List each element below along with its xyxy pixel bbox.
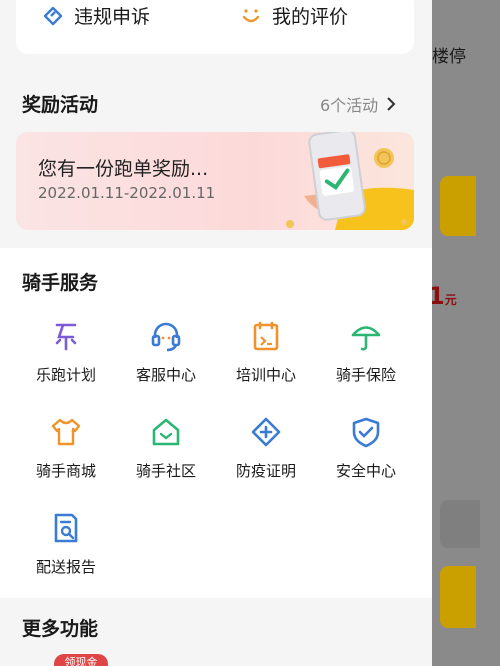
quick-actions-card: 违规申诉 我的评价 [16, 0, 414, 54]
service-rider-community[interactable]: 骑手社区 [116, 414, 216, 481]
service-training-center[interactable]: 培训中心 [216, 318, 316, 385]
chevron-right-icon [387, 97, 396, 111]
service-rider-mall[interactable]: 骑手商城 [16, 414, 116, 481]
service-label: 乐跑计划 [35, 366, 96, 384]
background-gray-block [440, 500, 480, 548]
service-label: 配送报告 [35, 558, 96, 576]
service-rider-insurance[interactable]: 骑手保险 [316, 318, 416, 385]
my-review-label: 我的评价 [272, 6, 349, 28]
appeal-button[interactable]: 违规申诉 [42, 2, 150, 29]
shirt-icon [48, 414, 84, 450]
headset-icon [148, 318, 184, 354]
service-label: 培训中心 [235, 366, 296, 384]
service-label: 安全中心 [335, 462, 396, 480]
service-label: 骑手保险 [335, 366, 396, 384]
rewards-more-link[interactable]: 6个活动 [320, 92, 398, 116]
training-icon [248, 318, 284, 354]
my-review-button[interactable]: 我的评价 [240, 2, 348, 29]
service-label: 客服中心 [135, 366, 196, 384]
community-house-icon [148, 414, 184, 450]
cash-badge[interactable]: 领现金 [54, 654, 108, 666]
services-section-title: 骑手服务 [22, 272, 99, 294]
service-delivery-report[interactable]: 配送报告 [16, 510, 116, 577]
background-price: 1元 [428, 282, 457, 310]
background-floor-text: 楼停 [432, 47, 466, 67]
diamond-arrow-icon [42, 5, 64, 27]
banner-date: 2022.01.11-2022.01.11 [38, 184, 216, 202]
reward-banner[interactable]: 您有一份跑单奖励... 2022.01.11-2022.01.11 [16, 132, 414, 230]
rewards-section-title: 奖励活动 [22, 94, 99, 116]
smile-icon [240, 5, 262, 27]
service-epidemic-certificate[interactable]: 防疫证明 [216, 414, 316, 481]
background-yellow-button-2 [440, 566, 476, 628]
service-customer-center[interactable]: 客服中心 [116, 318, 216, 385]
appeal-label: 违规申诉 [74, 6, 151, 28]
report-icon [48, 510, 84, 546]
rider-services-card: 骑手服务 乐跑计划 客服中心 培训中心 骑手保险 骑手商城 骑手社区 防疫证明 … [0, 248, 432, 598]
rewards-count-label: 6个活动 [320, 96, 379, 115]
service-label: 骑手商城 [35, 462, 96, 480]
shield-check-icon [348, 414, 384, 450]
le-run-icon [48, 318, 84, 354]
phone-hand-illustration [286, 132, 414, 230]
more-features-title: 更多功能 [22, 618, 99, 640]
side-drawer: 违规申诉 我的评价 奖励活动 6个活动 您有一份跑单奖励... 2022.01.… [0, 0, 432, 666]
umbrella-icon [348, 318, 384, 354]
service-label: 防疫证明 [235, 462, 296, 480]
service-le-run[interactable]: 乐跑计划 [16, 318, 116, 385]
banner-title: 您有一份跑单奖励... [38, 158, 209, 180]
medical-cross-icon [248, 414, 284, 450]
service-label: 骑手社区 [135, 462, 196, 480]
service-safety-center[interactable]: 安全中心 [316, 414, 416, 481]
background-yellow-button [440, 176, 476, 236]
